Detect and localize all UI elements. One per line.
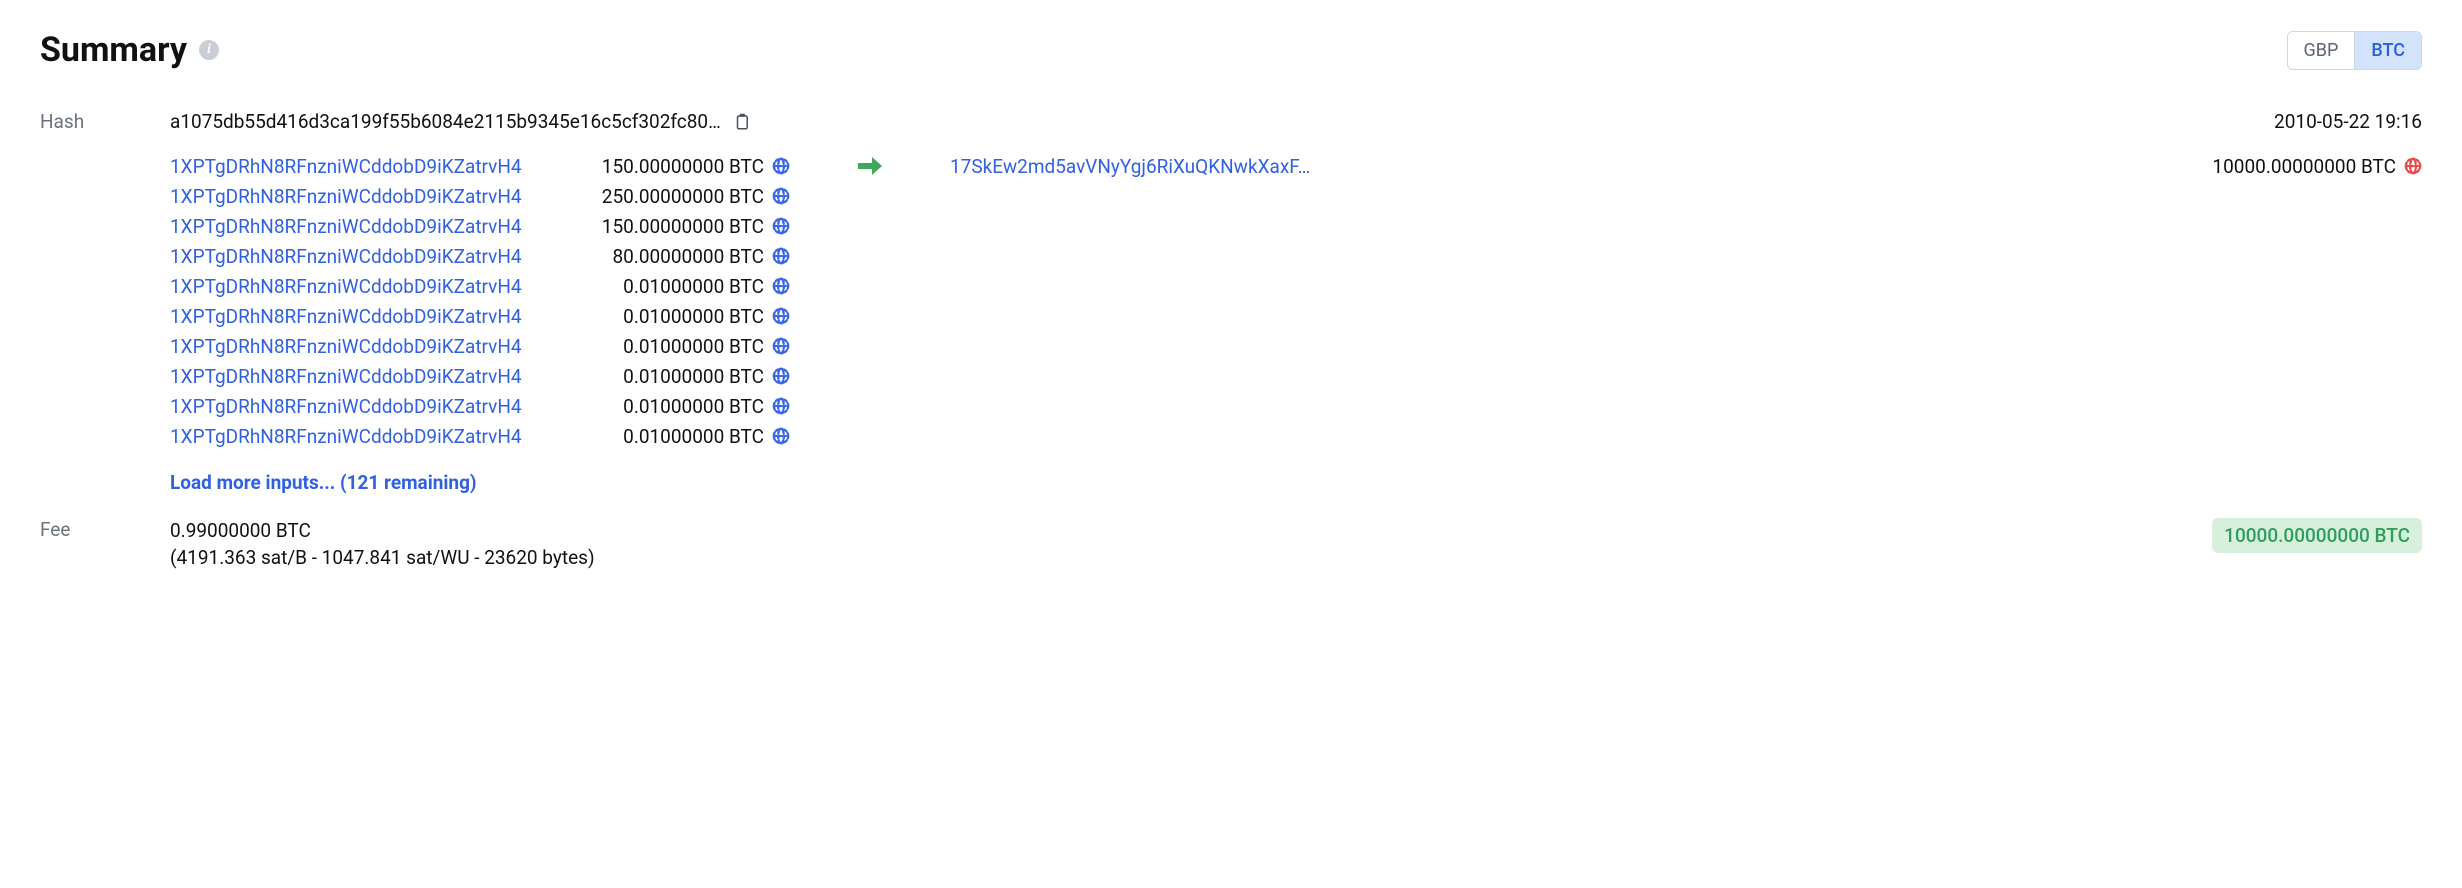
input-address-link[interactable]: 1XPTgDRhN8RFnzniWCddobD9iKZatrvH4: [170, 425, 522, 448]
globe-icon[interactable]: [772, 187, 790, 205]
globe-icon[interactable]: [772, 277, 790, 295]
input-amount: 150.00000000 BTC: [602, 155, 764, 178]
outputs-column: 17SkEw2md5avVNyYgj6RiXuQKNwkXaxF… 10000.0…: [950, 151, 2422, 181]
input-amount: 0.01000000 BTC: [623, 335, 764, 358]
info-icon[interactable]: i: [199, 40, 219, 60]
currency-toggle: GBP BTC: [2287, 31, 2422, 70]
globe-icon[interactable]: [772, 397, 790, 415]
input-row: 1XPTgDRhN8RFnzniWCddobD9iKZatrvH4 150.000…: [170, 151, 790, 181]
output-address-link[interactable]: 17SkEw2md5avVNyYgj6RiXuQKNwkXaxF…: [950, 155, 1310, 178]
fee-detail: (4191.363 sat/B - 1047.841 sat/WU - 2362…: [170, 545, 595, 572]
input-row: 1XPTgDRhN8RFnzniWCddobD9iKZatrvH4 0.01000…: [170, 361, 790, 391]
input-amount: 0.01000000 BTC: [623, 305, 764, 328]
input-address-link[interactable]: 1XPTgDRhN8RFnzniWCddobD9iKZatrvH4: [170, 335, 522, 358]
input-address-link[interactable]: 1XPTgDRhN8RFnzniWCddobD9iKZatrvH4: [170, 185, 522, 208]
input-amount: 250.00000000 BTC: [602, 185, 764, 208]
input-address-link[interactable]: 1XPTgDRhN8RFnzniWCddobD9iKZatrvH4: [170, 395, 522, 418]
globe-icon[interactable]: [772, 367, 790, 385]
fee-info: 0.99000000 BTC (4191.363 sat/B - 1047.84…: [170, 518, 595, 571]
input-row: 1XPTgDRhN8RFnzniWCddobD9iKZatrvH4 0.01000…: [170, 421, 790, 451]
input-address-link[interactable]: 1XPTgDRhN8RFnzniWCddobD9iKZatrvH4: [170, 365, 522, 388]
input-address-link[interactable]: 1XPTgDRhN8RFnzniWCddobD9iKZatrvH4: [170, 305, 522, 328]
input-row: 1XPTgDRhN8RFnzniWCddobD9iKZatrvH4 0.01000…: [170, 301, 790, 331]
input-address-link[interactable]: 1XPTgDRhN8RFnzniWCddobD9iKZatrvH4: [170, 215, 522, 238]
input-address-link[interactable]: 1XPTgDRhN8RFnzniWCddobD9iKZatrvH4: [170, 245, 522, 268]
input-address-link[interactable]: 1XPTgDRhN8RFnzniWCddobD9iKZatrvH4: [170, 155, 522, 178]
fee-amount: 0.99000000 BTC: [170, 518, 595, 545]
inputs-column: 1XPTgDRhN8RFnzniWCddobD9iKZatrvH4 150.000…: [170, 151, 790, 494]
currency-option-btc[interactable]: BTC: [2354, 32, 2421, 69]
fee-label: Fee: [40, 518, 170, 541]
arrow-icon: [790, 151, 950, 184]
summary-header: Summary i GBP BTC: [40, 30, 2422, 70]
hash-label: Hash: [40, 110, 170, 133]
input-amount: 0.01000000 BTC: [623, 365, 764, 388]
page-title: Summary i: [40, 30, 219, 70]
globe-icon[interactable]: [772, 247, 790, 265]
hash-row: Hash a1075db55d416d3ca199f55b6084e2115b9…: [40, 110, 2422, 494]
input-row: 1XPTgDRhN8RFnzniWCddobD9iKZatrvH4 0.01000…: [170, 271, 790, 301]
input-amount: 0.01000000 BTC: [623, 395, 764, 418]
hash-value: a1075db55d416d3ca199f55b6084e2115b9345e1…: [170, 110, 721, 133]
globe-icon[interactable]: [772, 307, 790, 325]
input-amount: 150.00000000 BTC: [602, 215, 764, 238]
fee-row: Fee 0.99000000 BTC (4191.363 sat/B - 104…: [40, 518, 2422, 571]
globe-icon[interactable]: [772, 337, 790, 355]
output-amount: 10000.00000000 BTC: [2212, 155, 2396, 178]
input-amount: 80.00000000 BTC: [612, 245, 764, 268]
currency-option-gbp[interactable]: GBP: [2288, 32, 2355, 69]
copy-icon[interactable]: [733, 112, 751, 132]
globe-icon[interactable]: [2404, 157, 2422, 175]
input-row: 1XPTgDRhN8RFnzniWCddobD9iKZatrvH4 150.000…: [170, 211, 790, 241]
input-amount: 0.01000000 BTC: [623, 275, 764, 298]
title-text: Summary: [40, 30, 187, 70]
output-row: 17SkEw2md5avVNyYgj6RiXuQKNwkXaxF… 10000.0…: [950, 151, 2422, 181]
globe-icon[interactable]: [772, 217, 790, 235]
input-row: 1XPTgDRhN8RFnzniWCddobD9iKZatrvH4 0.01000…: [170, 391, 790, 421]
input-amount: 0.01000000 BTC: [623, 425, 764, 448]
input-row: 1XPTgDRhN8RFnzniWCddobD9iKZatrvH4 0.01000…: [170, 331, 790, 361]
globe-icon[interactable]: [772, 157, 790, 175]
io-section: 1XPTgDRhN8RFnzniWCddobD9iKZatrvH4 150.000…: [170, 151, 2422, 494]
load-more-inputs[interactable]: Load more inputs... (121 remaining): [170, 471, 790, 494]
input-row: 1XPTgDRhN8RFnzniWCddobD9iKZatrvH4 80.0000…: [170, 241, 790, 271]
input-row: 1XPTgDRhN8RFnzniWCddobD9iKZatrvH4 250.000…: [170, 181, 790, 211]
transaction-timestamp: 2010-05-22 19:16: [2274, 110, 2422, 133]
total-output-badge: 10000.00000000 BTC: [2212, 518, 2422, 553]
globe-icon[interactable]: [772, 427, 790, 445]
input-address-link[interactable]: 1XPTgDRhN8RFnzniWCddobD9iKZatrvH4: [170, 275, 522, 298]
